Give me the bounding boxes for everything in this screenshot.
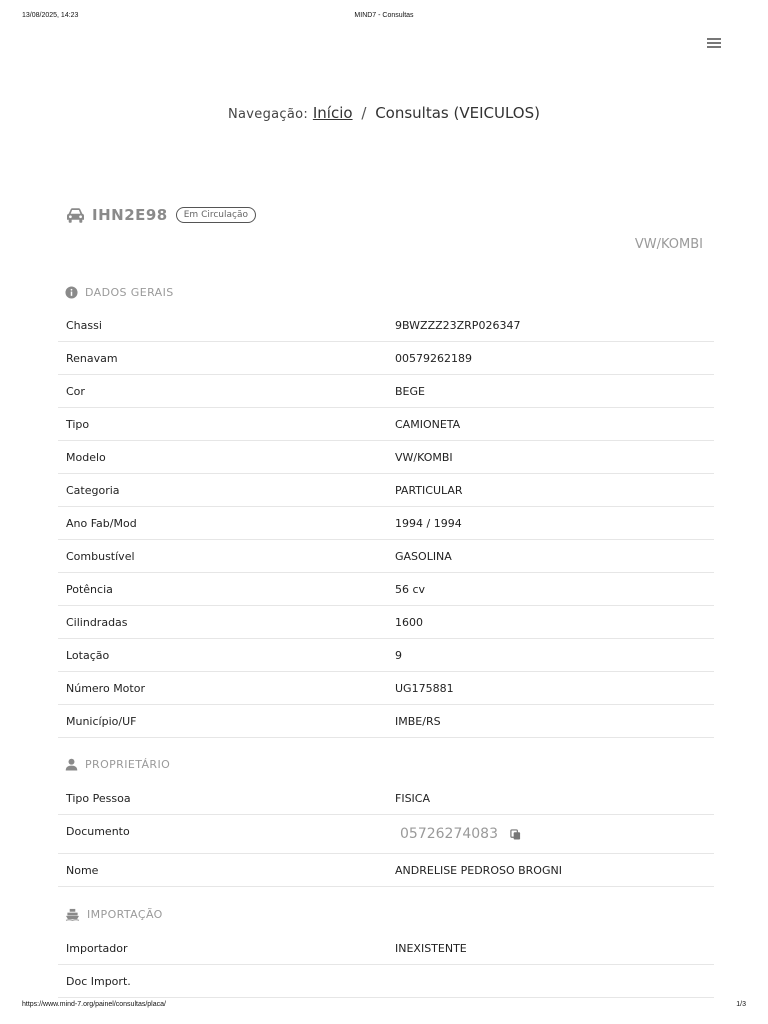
row-value: PARTICULAR [395, 484, 463, 497]
row-value: IMBE/RS [395, 715, 441, 728]
row-label: Categoria [66, 484, 120, 497]
row-value: 9BWZZZ23ZRP026347 [395, 319, 521, 332]
table-row: Ano Fab/Mod 1994 / 1994 [58, 507, 714, 540]
row-label: Documento [66, 825, 130, 838]
table-row: Lotação 9 [58, 639, 714, 672]
proprietario-table: Tipo Pessoa FISICA Documento 05726274083 … [58, 782, 714, 887]
row-value: 9 [395, 649, 402, 662]
car-icon [67, 207, 84, 223]
table-row: Renavam 00579262189 [58, 342, 714, 375]
row-value: FISICA [395, 792, 431, 805]
row-label: Renavam [66, 352, 118, 365]
table-row: Número Motor UG175881 [58, 672, 714, 705]
print-doc-title: MIND7 - Consultas [354, 12, 414, 19]
section-title-dados-gerais: DADOS GERAIS [65, 286, 174, 299]
row-value: 00579262189 [395, 352, 472, 365]
breadcrumb-current: Consultas (VEICULOS) [375, 104, 540, 122]
section-label: PROPRIETÁRIO [85, 758, 171, 771]
row-label: Doc Import. [66, 975, 131, 988]
table-row: Importador INEXISTENTE [58, 932, 714, 965]
row-value: CAMIONETA [395, 418, 461, 431]
print-header: 13/08/2025, 14:23 MIND7 - Consultas [0, 12, 768, 24]
row-value: 56 cv [395, 583, 426, 596]
print-url: https://www.mind-7.org/painel/consultas/… [22, 1001, 166, 1008]
copy-icon[interactable] [510, 828, 521, 840]
ship-icon [65, 908, 80, 921]
table-row: Cilindradas 1600 [58, 606, 714, 639]
breadcrumb-separator: / [361, 104, 367, 122]
breadcrumb-label: Navegação: [228, 107, 309, 122]
vehicle-model: VW/KOMBI [634, 237, 703, 252]
table-row: Categoria PARTICULAR [58, 474, 714, 507]
row-label: Chassi [66, 319, 102, 332]
row-value: 1994 / 1994 [395, 517, 462, 530]
table-row: Cor BEGE [58, 375, 714, 408]
section-title-proprietario: PROPRIETÁRIO [65, 758, 170, 771]
person-icon [65, 758, 78, 771]
row-value: 1600 [395, 616, 423, 629]
row-label: Nome [66, 864, 99, 877]
row-label: Ano Fab/Mod [66, 517, 137, 530]
table-row: Município/UF IMBE/RS [58, 705, 714, 738]
table-row: Chassi 9BWZZZ23ZRP026347 [58, 309, 714, 342]
info-icon [65, 286, 78, 299]
document-value: 05726274083 [400, 826, 521, 842]
section-title-importacao: IMPORTAÇÃO [65, 908, 163, 921]
print-page-number: 1/3 [736, 1001, 746, 1008]
row-label: Importador [66, 942, 128, 955]
row-value: INEXISTENTE [395, 942, 467, 955]
row-label: Tipo Pessoa [66, 792, 131, 805]
row-value: ANDRELISE PEDROSO BROGNI [395, 864, 562, 877]
row-label: Município/UF [66, 715, 137, 728]
row-label: Potência [66, 583, 113, 596]
section-label: IMPORTAÇÃO [87, 908, 163, 921]
row-label: Lotação [66, 649, 110, 662]
table-row: Tipo Pessoa FISICA [58, 782, 714, 815]
importacao-table: Importador INEXISTENTE Doc Import. [58, 932, 714, 998]
row-label: Número Motor [66, 682, 145, 695]
row-label: Modelo [66, 451, 106, 464]
row-label: Cilindradas [66, 616, 128, 629]
row-value: VW/KOMBI [395, 451, 453, 464]
row-value: GASOLINA [395, 550, 452, 563]
table-row: Combustível GASOLINA [58, 540, 714, 573]
table-row: Tipo CAMIONETA [58, 408, 714, 441]
breadcrumb-home-link[interactable]: Início [313, 104, 353, 122]
print-footer: https://www.mind-7.org/painel/consultas/… [0, 1001, 768, 1013]
document-number: 05726274083 [400, 826, 498, 842]
vehicle-header: IHN2E98 Em Circulação [65, 203, 256, 227]
table-row: Doc Import. [58, 965, 714, 998]
breadcrumb: Navegação: Início / Consultas (VEICULOS) [0, 104, 768, 122]
row-value: BEGE [395, 385, 425, 398]
dados-gerais-table: Chassi 9BWZZZ23ZRP026347 Renavam 005792621… [58, 309, 714, 738]
hamburger-menu-icon[interactable] [707, 38, 721, 48]
table-row: Modelo VW/KOMBI [58, 441, 714, 474]
row-label: Tipo [66, 418, 90, 431]
table-row: Potência 56 cv [58, 573, 714, 606]
vehicle-plate: IHN2E98 [92, 206, 168, 224]
row-label: Cor [66, 385, 85, 398]
row-value: UG175881 [395, 682, 454, 695]
table-row: Documento 05726274083 [58, 815, 714, 854]
table-row: Nome ANDRELISE PEDROSO BROGNI [58, 854, 714, 887]
row-label: Combustível [66, 550, 135, 563]
status-badge: Em Circulação [175, 207, 256, 223]
section-label: DADOS GERAIS [85, 286, 174, 299]
